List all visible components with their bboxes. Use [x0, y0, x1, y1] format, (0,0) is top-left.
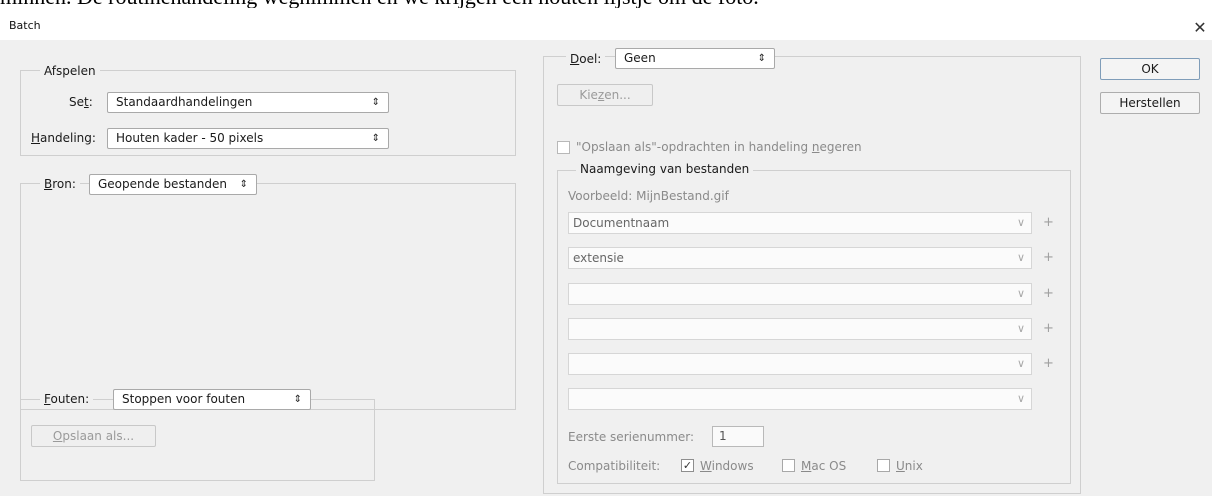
override-save-checkbox[interactable] — [557, 141, 570, 154]
override-save-label: "Opslaan als"-opdrachten in handeling ne… — [576, 140, 862, 154]
play-group-legend: Afspelen — [40, 63, 100, 79]
naming-field-3[interactable]: ∨ — [568, 283, 1032, 305]
naming-field-2-value: extensie — [573, 251, 624, 265]
compat-label: Compatibiliteit: — [568, 459, 661, 473]
errors-save-as-button[interactable]: Opslaan als... — [31, 425, 156, 447]
naming-field-2[interactable]: extensie ∨ — [568, 247, 1032, 269]
close-icon[interactable]: ✕ — [1188, 16, 1212, 40]
errors-select-value: Stoppen voor fouten — [122, 392, 246, 406]
window-title: Batch — [9, 19, 41, 32]
ok-button[interactable]: OK — [1100, 58, 1200, 80]
action-select-value: Houten kader - 50 pixels — [116, 131, 264, 145]
action-label: Handeling: — [31, 131, 96, 145]
select-arrow-icon: ⇕ — [239, 179, 248, 190]
errors-label: Fouten: — [40, 391, 94, 407]
chevron-down-icon: ∨ — [1016, 322, 1025, 335]
select-arrow-icon: ⇕ — [371, 97, 380, 108]
window-titlebar: Batch ✕ — [0, 8, 1212, 41]
plus-icon[interactable]: + — [1043, 215, 1054, 230]
plus-icon[interactable]: + — [1043, 286, 1054, 301]
plus-icon[interactable]: + — [1043, 356, 1054, 371]
chevron-down-icon: ∨ — [1016, 251, 1025, 264]
compat-macos-label: Mac OS — [801, 459, 847, 473]
naming-field-1[interactable]: Documentnaam ∨ — [568, 212, 1032, 234]
compat-windows-label: Windows — [700, 459, 754, 473]
compat-unix-checkbox[interactable] — [877, 459, 890, 472]
naming-field-4[interactable]: ∨ — [568, 318, 1032, 340]
chevron-down-icon: ∨ — [1016, 287, 1025, 300]
chevron-down-icon: ∨ — [1016, 392, 1025, 405]
destination-choose-button[interactable]: Kiezen... — [557, 84, 653, 106]
source-select[interactable]: Geopende bestanden ⇕ — [89, 174, 257, 195]
batch-dialog: Afspelen Set: Standaardhandelingen ⇕ Han… — [0, 40, 1212, 496]
destination-select-value: Geen — [624, 51, 656, 65]
naming-example: Voorbeeld: MijnBestand.gif — [568, 189, 729, 203]
chevron-down-icon: ∨ — [1016, 216, 1025, 229]
select-arrow-icon: ⇕ — [371, 133, 380, 144]
destination-label: Doel: — [566, 51, 606, 67]
serial-label: Eerste serienummer: — [568, 430, 695, 444]
set-select-value: Standaardhandelingen — [116, 95, 253, 109]
plus-icon[interactable]: + — [1043, 250, 1054, 265]
compat-macos-checkbox[interactable] — [782, 459, 795, 472]
action-select[interactable]: Houten kader - 50 pixels ⇕ — [107, 128, 389, 149]
naming-legend: Naamgeving van bestanden — [576, 161, 754, 177]
compat-unix-label: Unix — [896, 459, 923, 473]
naming-field-6[interactable]: ∨ — [568, 388, 1032, 410]
compat-windows-checkbox[interactable]: ✓ — [681, 459, 694, 472]
select-arrow-icon: ⇕ — [757, 53, 766, 64]
naming-field-1-value: Documentnaam — [573, 216, 670, 230]
chevron-down-icon: ∨ — [1016, 357, 1025, 370]
reset-button[interactable]: Herstellen — [1100, 92, 1200, 114]
source-select-value: Geopende bestanden — [98, 177, 227, 191]
source-label: Bron: — [40, 176, 80, 192]
destination-select[interactable]: Geen ⇕ — [615, 48, 775, 69]
naming-field-5[interactable]: ∨ — [568, 353, 1032, 375]
select-arrow-icon: ⇕ — [293, 394, 302, 405]
background-document-text: minnen. De routinehandeling wegnimmen en… — [0, 0, 1212, 8]
set-label: Set: — [69, 95, 93, 109]
plus-icon[interactable]: + — [1043, 321, 1054, 336]
source-group — [20, 183, 516, 410]
serial-input[interactable]: 1 — [712, 426, 764, 447]
errors-select[interactable]: Stoppen voor fouten ⇕ — [113, 389, 311, 410]
set-select[interactable]: Standaardhandelingen ⇕ — [107, 92, 389, 113]
